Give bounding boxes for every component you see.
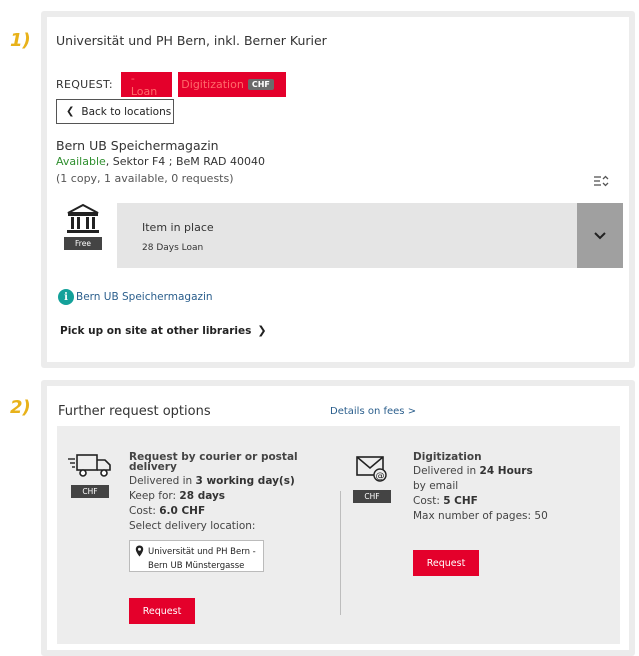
free-badge: Free [64,237,102,250]
digitization-option: Digitization Delivered in 24 Hours by em… [413,452,593,522]
digitization-delivery-prefix: Delivered in [413,465,480,477]
availability-status: Available [56,155,106,168]
item-status: Item in place [142,221,214,234]
digitization-delivery-value: 24 Hours [479,465,533,477]
further-options-panel: Further request options Details on fees … [41,380,635,656]
pickup-other-libraries-link[interactable]: Pick up on site at other libraries ❯ [60,324,267,337]
courier-cost: Cost: 6.0 CHF [129,505,309,517]
chevron-down-icon [594,231,606,239]
expand-item-button[interactable] [577,203,623,268]
courier-option: Request by courier or postal delivery De… [129,452,309,572]
svg-text:@: @ [376,472,385,482]
digitization-max-pages: Max number of pages: 50 [413,510,548,522]
courier-delivery-time: Delivered in 3 working day(s) [129,475,309,487]
courier-request-button[interactable]: Request [129,598,195,624]
delivery-location-select[interactable]: Universität und PH Bern - Bern UB Münste… [129,540,264,572]
courier-keep-for: Keep for: 28 days [129,490,309,502]
request-row: REQUEST: - Loan Digitization CHF [56,71,286,98]
back-button-label: Back to locations [81,105,172,118]
digitization-delivery-time: Delivered in 24 Hours [413,465,593,477]
courier-cost-prefix: Cost: [129,505,160,517]
email-envelope-icon: @ [356,456,387,482]
digitization-icon-block: @ CHF [352,453,392,503]
item-policy: 28 Days Loan [142,243,204,253]
courier-chf-badge: CHF [71,485,109,498]
chf-badge: CHF [247,79,274,90]
item-type-block: Free [60,203,106,250]
further-options-title: Further request options [58,404,211,419]
digitization-chf-badge: CHF [353,490,391,503]
loan-button-label: - Loan [130,71,158,98]
delivery-location-label: Select delivery location: [129,520,256,532]
copies-summary: (1 copy, 1 available, 0 requests) [56,172,234,185]
shelf-location: , Sektor F4 ; BeM RAD 40040 [105,155,265,168]
chevron-left-icon: ❮ [66,106,75,117]
request-label: REQUEST: [56,78,113,91]
courier-delivery-value: 3 working day(s) [195,475,295,487]
courier-icon-block: CHF [65,452,115,498]
library-building-icon [67,203,99,233]
digitization-button-label: Digitization [181,78,244,91]
options-container: CHF Request by courier or postal deliver… [57,426,620,644]
institution-title: Universität und PH Bern, inkl. Berner Ku… [56,33,327,48]
courier-cost-value: 6.0 CHF [159,505,206,517]
info-icon: i [58,289,74,305]
courier-keep-prefix: Keep for: [129,490,180,502]
digitization-cost-prefix: Cost: [413,495,444,507]
digitization-title: Digitization [413,451,482,463]
location-info-link[interactable]: i Bern UB Speichermagazin [58,289,213,305]
delivery-location-line1: Universität und PH Bern - [148,547,256,557]
location-status: Available, Sektor F4 ; BeM RAD 40040 [56,155,265,168]
digitization-cost-value: 5 CHF [443,495,478,507]
digitization-by-email: by email [413,480,459,492]
options-divider [340,491,341,615]
location-name: Bern UB Speichermagazin [56,138,219,153]
delivery-location-line2: Bern UB Münstergasse [148,561,245,571]
back-to-locations-button[interactable]: ❮ Back to locations [56,99,174,124]
digitization-request-button[interactable]: Request [413,550,479,576]
step-marker-1: 1) [10,30,31,51]
courier-title: Request by courier or postal delivery [129,451,298,473]
delivery-truck-icon [68,454,111,477]
digitization-button[interactable]: Digitization CHF [177,72,286,97]
loan-button[interactable]: - Loan [120,71,172,98]
location-info-label: Bern UB Speichermagazin [76,291,213,303]
pickup-label: Pick up on site at other libraries [60,324,252,337]
courier-keep-value: 28 days [179,490,226,502]
location-pin-icon [135,545,144,557]
item-row[interactable]: Item in place 28 Days Loan [117,203,577,268]
chevron-right-icon: ❯ [257,324,267,337]
location-panel: Universität und PH Bern, inkl. Berner Ku… [41,11,635,368]
fees-details-link[interactable]: Details on fees > [330,406,416,417]
step-marker-2: 2) [10,397,31,418]
courier-delivery-prefix: Delivered in [129,475,196,487]
digitization-cost: Cost: 5 CHF [413,495,593,507]
sort-icon[interactable] [593,173,609,189]
